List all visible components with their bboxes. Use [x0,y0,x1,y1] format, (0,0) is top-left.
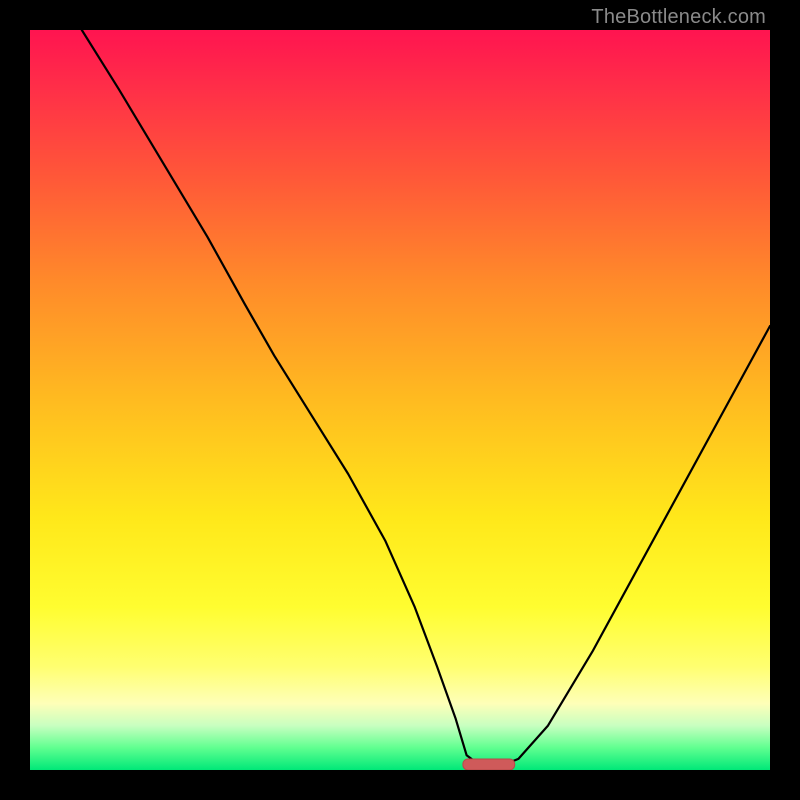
curve-layer [30,30,770,770]
plot-area [30,30,770,770]
watermark-text: TheBottleneck.com [591,6,766,29]
optimal-range-marker [463,759,515,770]
bottleneck-curve [82,30,770,766]
chart-frame: TheBottleneck.com [0,0,800,800]
